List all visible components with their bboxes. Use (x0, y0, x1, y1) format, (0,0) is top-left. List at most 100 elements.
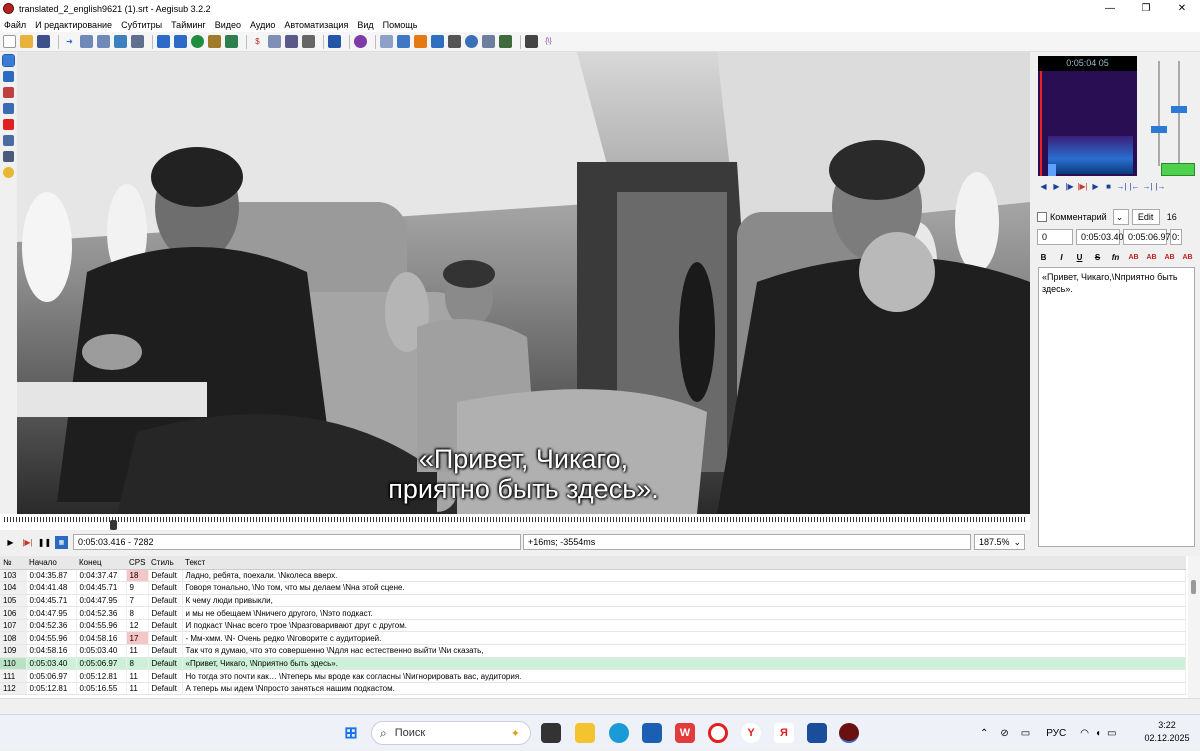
taskbar-search[interactable]: ⌕ Поиск ✦ (371, 721, 531, 745)
menu-file[interactable]: Файл (4, 20, 26, 30)
shadow-color-button[interactable]: AB (1181, 251, 1194, 264)
edit-button[interactable]: Edit (1131, 209, 1160, 225)
automation-icon[interactable]: $ (251, 35, 264, 48)
drag-tool-icon[interactable] (3, 71, 14, 82)
timing-postprocessor-icon[interactable] (397, 35, 410, 48)
menu-automation[interactable]: Автоматизация (284, 20, 348, 30)
save-icon[interactable] (37, 35, 50, 48)
jump-to-icon[interactable]: ➜ (63, 35, 76, 48)
strikeout-button[interactable]: S (1091, 251, 1104, 264)
table-row[interactable]: 112 0:05:12.81 0:05:16.55 11 Default А т… (0, 682, 1186, 696)
pause-icon[interactable]: ❚❚ (38, 536, 51, 549)
table-row[interactable]: 103 0:04:35.87 0:04:37.47 18 Default Лад… (0, 569, 1186, 583)
battery-icon[interactable]: ▭ (1107, 728, 1116, 739)
zoom-out-icon[interactable] (97, 35, 110, 48)
subtitle-grid[interactable]: № Начало Конец CPS Стиль Текст 103 0:04:… (0, 556, 1200, 698)
audio-zoom-thumb[interactable] (1151, 126, 1167, 133)
file-explorer-icon[interactable] (575, 723, 595, 743)
select-lines-icon[interactable] (482, 35, 495, 48)
wifi-icon[interactable]: ◠ (1080, 728, 1089, 739)
play-line-icon[interactable]: |▶| (21, 536, 34, 549)
styles-manager-icon[interactable] (157, 35, 170, 48)
audio-spectrum[interactable]: 0:05:04 05 (1038, 56, 1137, 176)
standard-tool-icon[interactable] (2, 54, 15, 67)
table-row[interactable]: 104 0:04:41.48 0:04:45.71 9 Default Гово… (0, 581, 1186, 595)
network-off-icon[interactable]: ⊘ (1000, 728, 1008, 739)
margin-value[interactable]: 16 (1167, 212, 1177, 222)
yandex-icon[interactable]: Я (774, 723, 794, 743)
next-line-icon[interactable]: ▶ (1051, 182, 1062, 194)
shift-times-icon[interactable] (268, 35, 281, 48)
stop-icon[interactable] (448, 35, 461, 48)
snap-to-keyframe-icon[interactable] (431, 35, 444, 48)
table-row-active[interactable]: 110 0:05:03.40 0:05:06.97 8 Default «При… (0, 657, 1186, 671)
video-details-icon[interactable] (114, 35, 127, 48)
windows-start-icon[interactable]: ⊞ (341, 723, 361, 743)
start-time-field[interactable]: 0:05:03.40 (1076, 229, 1124, 245)
layer-field[interactable]: 0 (1037, 229, 1073, 245)
audio-lock-toggle[interactable] (1161, 163, 1195, 176)
task-view-icon[interactable] (541, 723, 561, 743)
menu-view[interactable]: Вид (357, 20, 373, 30)
secondary-color-button[interactable]: AB (1145, 251, 1158, 264)
pencil-icon[interactable] (285, 35, 298, 48)
grid-scrollbar[interactable] (1188, 556, 1200, 698)
scale-tool-icon[interactable] (3, 119, 14, 130)
table-row[interactable]: 109 0:04:58.16 0:05:03.40 11 Default Так… (0, 644, 1186, 658)
grid-scroll-thumb[interactable] (1191, 580, 1196, 594)
unicode-icon[interactable]: {\} (542, 35, 555, 48)
minimize-button[interactable]: — (1092, 0, 1128, 17)
options-tools-icon[interactable] (525, 35, 538, 48)
new-file-icon[interactable] (3, 35, 16, 48)
menu-subtitles[interactable]: Субтитры (121, 20, 162, 30)
edge-browser-icon[interactable] (609, 723, 629, 743)
rotate-z-tool-icon[interactable] (3, 87, 14, 98)
seek-thumb[interactable] (110, 520, 117, 530)
sort-icon[interactable] (499, 35, 512, 48)
vector-clip-tool-icon[interactable] (3, 151, 14, 162)
table-row[interactable]: 111 0:05:06.97 0:05:12.81 11 Default Но … (0, 669, 1186, 683)
menu-help[interactable]: Помощь (383, 20, 418, 30)
attachments-icon[interactable] (174, 35, 187, 48)
clock[interactable]: 3:22 02.12.2025 (1140, 719, 1194, 745)
maximize-button[interactable]: ❐ (1128, 0, 1164, 17)
previous-line-icon[interactable]: ◀ (1038, 182, 1049, 194)
video-position-field[interactable]: 0:05:03.416 - 7282 (73, 534, 521, 550)
comment-checkbox[interactable] (1037, 212, 1047, 222)
duration-field[interactable]: 0: (1170, 229, 1182, 245)
chevron-up-icon[interactable]: ⌃ (980, 728, 988, 739)
pause-audio-icon[interactable]: ▶ (1090, 182, 1101, 194)
primary-color-button[interactable]: AB (1127, 251, 1140, 264)
audio-volume-thumb[interactable] (1171, 106, 1187, 113)
play-before-icon[interactable]: →| (1116, 182, 1127, 194)
help-icon[interactable] (3, 167, 14, 178)
underline-button[interactable]: U (1073, 251, 1086, 264)
audio-zoom-slider[interactable] (1158, 61, 1160, 166)
play-icon[interactable]: ▶ (4, 536, 17, 549)
table-row[interactable]: 108 0:04:55.96 0:04:58.16 17 Default - М… (0, 631, 1186, 646)
italic-button[interactable]: I (1055, 251, 1068, 264)
play-end-icon[interactable]: |→ (1155, 182, 1166, 194)
fonts-collector-icon[interactable] (191, 35, 204, 48)
close-button[interactable]: ✕ (1164, 0, 1200, 17)
play-begin-icon[interactable]: →| (1142, 182, 1153, 194)
font-button[interactable]: fn (1109, 251, 1122, 264)
subtitle-text-editor[interactable]: «Привет, Чикаго,\Nприятно быть здесь». (1038, 267, 1195, 547)
yandex-browser-icon[interactable]: Y (741, 723, 761, 743)
menu-audio[interactable]: Аудио (250, 20, 275, 30)
zoom-in-icon[interactable] (80, 35, 93, 48)
menu-timing[interactable]: Тайминг (171, 20, 206, 30)
clock-icon[interactable] (465, 35, 478, 48)
table-row[interactable]: 107 0:04:52.36 0:04:55.96 12 Default И п… (0, 619, 1186, 633)
aegisub-taskbar-icon[interactable] (839, 723, 859, 743)
play-after-icon[interactable]: |← (1129, 182, 1140, 194)
volume-icon[interactable]: ◖ (1095, 728, 1101, 739)
clip-tool-icon[interactable] (3, 135, 14, 146)
audio-volume-slider[interactable] (1178, 61, 1180, 166)
menu-video[interactable]: Видео (215, 20, 241, 30)
play-selection-icon[interactable]: |▶ (1064, 182, 1075, 194)
video-display[interactable]: «Привет, Чикаго, приятно быть здесь». (17, 52, 1030, 514)
video-snap-icon[interactable] (131, 35, 144, 48)
mic-icon[interactable]: ▭ (1021, 728, 1030, 739)
translation-assistant-icon[interactable] (328, 35, 341, 48)
